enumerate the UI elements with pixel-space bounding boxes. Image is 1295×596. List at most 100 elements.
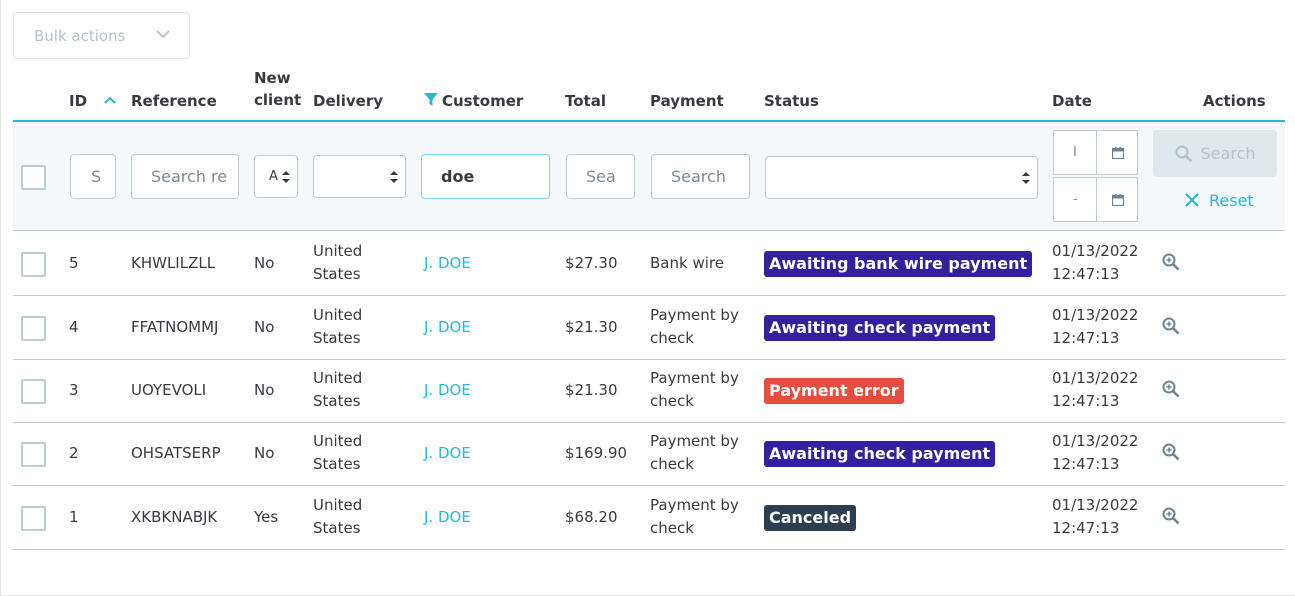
column-header-reference[interactable]: Reference [131,90,217,112]
order-reference: OHSATSERP [131,444,221,462]
filter-new-client-select[interactable]: A [254,155,298,198]
search-icon [1175,145,1192,162]
table-row[interactable]: 1 XKBKNABJK Yes United States J. DOE $68.20 Pay… [13,486,1285,550]
filter-customer-value: doe [441,167,475,186]
view-details-icon[interactable] [1161,379,1181,399]
order-payment-line1: Payment by [650,432,739,450]
order-delivery-line1: United [313,369,363,387]
order-date-time: 12:47:13 [1052,455,1120,473]
order-date-day: 01/13/2022 [1052,496,1139,514]
order-payment-line2: check [650,329,694,347]
row-checkbox[interactable] [21,379,46,404]
column-header-payment-label: Payment [650,92,724,110]
order-date-day: 01/13/2022 [1052,306,1139,324]
column-header-new-client-line2: client [254,91,302,109]
sort-ascending-icon [104,96,116,104]
order-date: 01/13/2022 12:47:13 [1052,430,1138,476]
customer-link[interactable]: J. DOE [424,252,471,275]
table-row[interactable]: 5 KHWLILZLL No United States J. DOE $27.30 Bank… [13,232,1285,296]
column-header-new-client[interactable]: New client [254,67,301,111]
order-payment: Bank wire [650,254,724,272]
bulk-actions-dropdown[interactable]: Bulk actions [13,12,190,59]
filter-date-to[interactable]: - [1053,177,1138,222]
order-date-day: 01/13/2022 [1052,369,1139,387]
order-delivery-line2: States [313,265,361,283]
order-payment-line2: check [650,519,694,537]
column-header-status[interactable]: Status [764,90,819,112]
view-details-icon[interactable] [1161,442,1181,462]
select-arrows-icon [390,171,398,183]
order-payment-line1: Payment by [650,496,739,514]
order-total: $21.30 [565,381,618,399]
order-reference: XKBKNABJK [131,508,218,526]
order-new-client: Yes [254,508,279,526]
order-delivery: United States [313,304,362,350]
select-arrows-icon [282,171,290,183]
row-checkbox[interactable] [21,316,46,341]
order-delivery-line2: States [313,392,361,410]
column-header-customer[interactable]: Customer [424,90,523,112]
view-details-icon[interactable] [1161,252,1181,272]
column-header-reference-label: Reference [131,92,217,110]
order-id: 2 [69,444,79,462]
column-header-total[interactable]: Total [565,90,606,112]
status-badge: Awaiting check payment [764,441,996,467]
table-row[interactable]: 2 OHSATSERP No United States J. DOE $169.90 Pay… [13,422,1285,486]
reset-button[interactable]: Reset [1185,188,1254,212]
select-all-checkbox[interactable] [21,165,46,190]
calendar-button[interactable] [1096,178,1138,221]
order-id: 5 [69,254,79,272]
column-header-delivery[interactable]: Delivery [313,90,383,112]
bulk-actions-label: Bulk actions [34,26,126,45]
column-header-new-client-line1: New [254,69,291,87]
column-header-id[interactable]: ID [69,90,116,112]
search-button[interactable]: Search [1153,130,1277,177]
customer-link[interactable]: J. DOE [424,316,471,339]
order-payment: Payment by check [650,304,739,350]
column-header-date[interactable]: Date [1052,90,1092,112]
table-row[interactable]: 4 FFATNOMMJ No United States J. DOE $21.30 Paym… [13,296,1285,360]
filter-date-from-value: I [1073,145,1077,160]
filter-date-from[interactable]: I [1053,130,1138,175]
filter-icon [424,93,438,106]
filter-customer-input[interactable]: doe [421,154,550,199]
filter-reference-placeholder: Search re [151,167,228,186]
view-details-icon[interactable] [1161,316,1181,336]
order-date: 01/13/2022 12:47:13 [1052,494,1138,540]
customer-link[interactable]: J. DOE [424,506,471,529]
column-header-date-label: Date [1052,92,1092,110]
table-row[interactable]: 3 UOYEVOLI No United States J. DOE $21.30 Payme… [13,359,1285,423]
filter-status-select[interactable] [765,156,1038,199]
filter-payment-input[interactable]: Search [651,154,750,199]
search-button-label: Search [1200,144,1256,163]
filter-id-input[interactable]: S [70,154,116,199]
order-payment-line2: check [650,455,694,473]
order-new-client: No [254,254,275,272]
row-checkbox[interactable] [21,442,46,467]
column-header-status-label: Status [764,92,819,110]
row-checkbox[interactable] [21,252,46,277]
order-new-client: No [254,318,275,336]
order-delivery: United States [313,494,362,540]
customer-link[interactable]: J. DOE [424,379,471,402]
column-header-payment[interactable]: Payment [650,90,724,112]
filter-total-input[interactable]: Sea [566,154,635,199]
filter-id-placeholder: S [91,167,102,186]
filter-new-client-value: A [269,169,278,184]
order-reference: FFATNOMMJ [131,318,219,336]
view-details-icon[interactable] [1161,506,1181,526]
row-checkbox[interactable] [21,506,46,531]
calendar-button[interactable] [1096,131,1138,174]
order-date-day: 01/13/2022 [1052,432,1139,450]
status-badge: Canceled [764,505,857,531]
calendar-icon [1111,193,1124,206]
filter-reference-input[interactable]: Search re [131,154,239,199]
order-date-time: 12:47:13 [1052,519,1120,537]
customer-link[interactable]: J. DOE [424,442,471,465]
column-header-total-label: Total [565,92,606,110]
filter-delivery-select[interactable] [313,155,406,198]
order-new-client: No [254,381,275,399]
order-id: 1 [69,508,79,526]
status-badge: Awaiting bank wire payment [764,251,1033,277]
order-reference: UOYEVOLI [131,381,207,399]
